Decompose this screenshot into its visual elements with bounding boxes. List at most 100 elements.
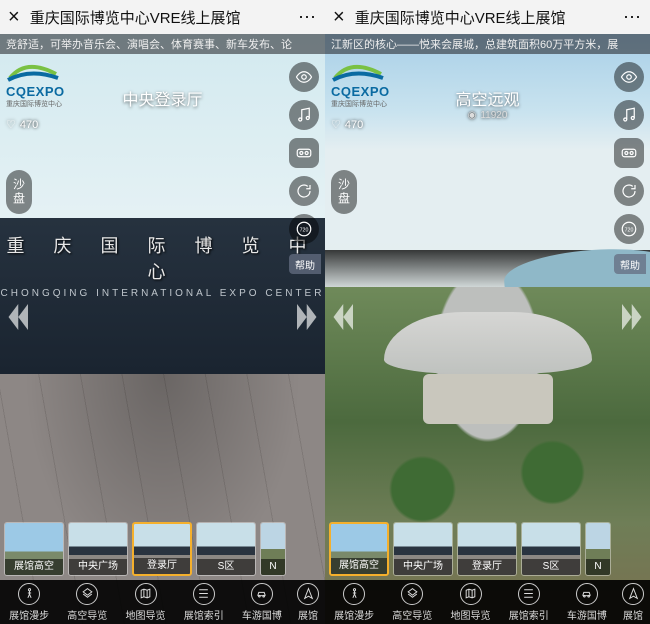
close-icon[interactable]: × [333, 7, 345, 27]
nav-label: 地图导览 [126, 607, 166, 622]
walk-icon [343, 583, 365, 605]
thumb-3[interactable]: S区 [196, 522, 256, 576]
next-arrow-icon[interactable] [297, 300, 323, 334]
vr-icon[interactable] [289, 138, 319, 168]
scroll-banner: 江新区的核心——悦来会展城，总建筑面积60万平方米，展 [325, 34, 650, 54]
nav-label: 展馆漫步 [9, 607, 49, 622]
thumb-label: 登录厅 [134, 558, 190, 574]
like-counter[interactable]: ♡ 470 [331, 118, 363, 131]
thumb-label: 登录厅 [458, 559, 516, 575]
nav-nav[interactable]: 展馆 [616, 580, 650, 624]
720-icon[interactable]: 720 [289, 214, 319, 244]
nav-label: 展馆索引 [184, 607, 224, 622]
vr-icon[interactable] [614, 138, 644, 168]
rotate-icon[interactable] [614, 176, 644, 206]
building-name-cn: 重 庆 国 际 博 览 中 心 [0, 218, 325, 284]
sandbox-button[interactable]: 沙盘 [6, 170, 32, 214]
nav-label: 车游国博 [242, 607, 282, 622]
thumbnail-strip: 展馆高空中央广场登录厅 S区 N [0, 522, 325, 580]
music-icon[interactable] [289, 100, 319, 130]
building-name-en: CHONGQING INTERNATIONAL EXPO CENTER [0, 284, 325, 299]
eye-icon[interactable] [289, 62, 319, 92]
svg-text:720: 720 [625, 227, 634, 233]
more-icon[interactable]: ⋯ [298, 7, 317, 28]
brand-logo[interactable]: CQEXPO 重庆国际博览中心 [331, 62, 390, 109]
index-icon [193, 583, 215, 605]
thumb-2[interactable]: 登录厅 [132, 522, 192, 576]
next-arrow-icon[interactable] [622, 300, 648, 334]
nav-label: 展馆 [298, 607, 318, 622]
thumb-label: 展馆高空 [5, 559, 63, 575]
tool-rail: 720 [614, 62, 644, 244]
view-counter: ◉ 11920 [468, 110, 508, 121]
rotate-icon[interactable] [289, 176, 319, 206]
panel-right: × 重庆国际博览中心VRE线上展馆 ⋯ 江新区的核心——悦来会展城，总建筑面积6… [325, 0, 650, 624]
720-icon[interactable]: 720 [614, 214, 644, 244]
nav-index[interactable]: 展馆索引 [175, 580, 233, 624]
map-icon [460, 583, 482, 605]
like-count: 470 [20, 119, 38, 131]
aerial-icon [401, 583, 423, 605]
thumb-4[interactable]: N [260, 522, 286, 576]
heart-icon: ♡ [6, 118, 16, 131]
walk-icon [18, 583, 40, 605]
thumbnail-strip: 展馆高空中央广场登录厅 S区N [325, 522, 650, 580]
nav-car[interactable]: 车游国博 [233, 580, 291, 624]
index-icon [518, 583, 540, 605]
thumb-3[interactable]: S区 [521, 522, 581, 576]
nav-car[interactable]: 车游国博 [558, 580, 616, 624]
thumb-1[interactable]: 中央广场 [393, 522, 453, 576]
nav-nav[interactable]: 展馆 [291, 580, 325, 624]
nav-walk[interactable]: 展馆漫步 [0, 580, 58, 624]
help-button[interactable]: 帮助 [614, 254, 646, 274]
thumb-1[interactable]: 中央广场 [68, 522, 128, 576]
music-icon[interactable] [614, 100, 644, 130]
nav-map[interactable]: 地图导览 [116, 580, 174, 624]
panel-left: 重 庆 国 际 博 览 中 心 CHONGQING INTERNATIONAL … [0, 0, 325, 624]
logo-sub: 重庆国际博览中心 [6, 99, 65, 109]
thumb-label: 展馆高空 [331, 558, 387, 574]
thumb-label: 中央广场 [69, 559, 127, 575]
brand-logo[interactable]: CQEXPO 重庆国际博览中心 [6, 62, 65, 109]
nav-label: 展馆索引 [509, 607, 549, 622]
aerial-icon [76, 583, 98, 605]
nav-label: 展馆漫步 [334, 607, 374, 622]
nav-aerial[interactable]: 高空导览 [383, 580, 441, 624]
thumb-2[interactable]: 登录厅 [457, 522, 517, 576]
car-icon [251, 583, 273, 605]
logo-brand: CQEXPO [331, 84, 390, 99]
bottom-nav: 展馆漫步 高空导览 地图导览 展馆索引 车游国博 展馆 [0, 580, 325, 624]
nav-label: 车游国博 [567, 607, 607, 622]
eye-icon[interactable] [614, 62, 644, 92]
nav-label: 高空导览 [67, 607, 107, 622]
nav-icon [297, 583, 319, 605]
prev-arrow-icon[interactable] [327, 300, 353, 334]
thumb-label: 中央广场 [394, 559, 452, 575]
nav-aerial[interactable]: 高空导览 [58, 580, 116, 624]
nav-index[interactable]: 展馆索引 [500, 580, 558, 624]
tool-rail: 720 [289, 62, 319, 244]
thumb-label: S区 [197, 559, 255, 575]
nav-map[interactable]: 地图导览 [441, 580, 499, 624]
sandbox-button[interactable]: 沙盘 [331, 170, 357, 214]
logo-swoosh-icon [331, 62, 385, 84]
logo-brand: CQEXPO [6, 84, 65, 99]
scene-title: 高空远观 [455, 86, 519, 110]
like-counter[interactable]: ♡ 470 [6, 118, 38, 131]
thumb-0[interactable]: 展馆高空 [4, 522, 64, 576]
nav-icon [622, 583, 644, 605]
title-bar: × 重庆国际博览中心VRE线上展馆 ⋯ [0, 0, 325, 34]
nav-label: 展馆 [623, 607, 643, 622]
nav-walk[interactable]: 展馆漫步 [325, 580, 383, 624]
car-icon [576, 583, 598, 605]
nav-label: 高空导览 [392, 607, 432, 622]
thumb-4[interactable]: N [585, 522, 611, 576]
view-count: 11920 [480, 110, 507, 121]
help-button[interactable]: 帮助 [289, 254, 321, 274]
bottom-nav: 展馆漫步 高空导览地图导览展馆索引 车游国博 展馆 [325, 580, 650, 624]
prev-arrow-icon[interactable] [2, 300, 28, 334]
more-icon[interactable]: ⋯ [623, 7, 642, 28]
close-icon[interactable]: × [8, 7, 20, 27]
building-sign: 重 庆 国 际 博 览 中 心 CHONGQING INTERNATIONAL … [0, 218, 325, 374]
thumb-0[interactable]: 展馆高空 [329, 522, 389, 576]
